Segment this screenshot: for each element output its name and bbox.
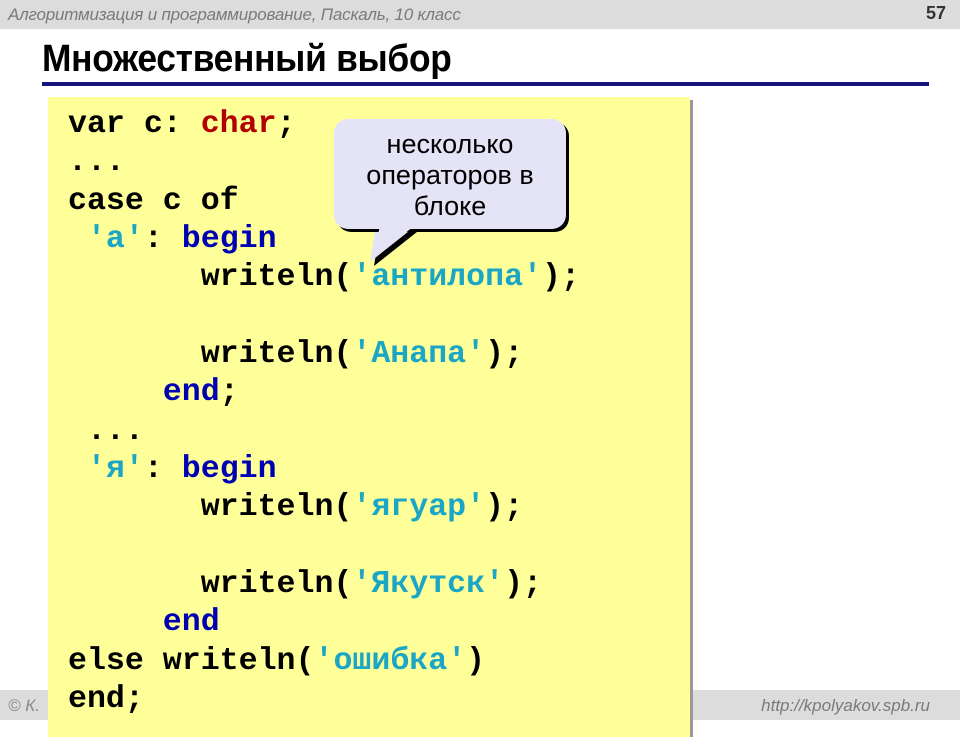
keyword: char bbox=[200, 107, 277, 142]
code-line: end bbox=[68, 604, 580, 642]
string-literal: 'ягуар' bbox=[352, 490, 486, 526]
string-literal: 'Анапа' bbox=[352, 337, 486, 373]
code-line: ... bbox=[68, 413, 580, 451]
title-underline bbox=[42, 82, 929, 86]
footer-url: http://kpolyakov.spb.ru bbox=[761, 696, 930, 715]
keyword: begin bbox=[181, 222, 277, 258]
code-token: writeln( bbox=[68, 567, 353, 603]
string-literal: 'антилопа' bbox=[352, 260, 542, 296]
code-line: end; bbox=[68, 681, 580, 719]
string-literal: 'ошибка' bbox=[314, 643, 467, 679]
code-line: writeln('антилопа'); bbox=[68, 259, 580, 297]
code-token: writeln( bbox=[68, 490, 353, 526]
code-token: var c: bbox=[68, 107, 201, 142]
footer-copyright: © К. bbox=[8, 696, 40, 715]
string-literal: 'a' bbox=[86, 222, 144, 258]
keyword: end bbox=[162, 605, 220, 641]
code-token: : bbox=[143, 222, 182, 258]
code-token: else writeln( bbox=[68, 643, 315, 679]
page-number: 57 bbox=[925, 3, 946, 23]
string-literal: 'я' bbox=[86, 452, 144, 488]
code-token: ); bbox=[485, 337, 524, 373]
code-line: 'я': begin bbox=[68, 451, 580, 489]
code-line: else writeln('ошибка') bbox=[68, 643, 580, 681]
code-token: ); bbox=[541, 260, 580, 296]
code-token: ); bbox=[504, 567, 542, 603]
keyword: begin bbox=[181, 452, 277, 488]
code-line: writeln('Анапа'); bbox=[68, 336, 580, 374]
code-line: end; bbox=[68, 374, 580, 412]
keyword: end bbox=[162, 375, 220, 411]
code-token: ; bbox=[276, 107, 296, 142]
code-token: ); bbox=[485, 490, 524, 526]
callout-bubble: несколько операторов в блоке bbox=[334, 119, 566, 229]
callout-line: блоке bbox=[413, 191, 487, 221]
code-token: case c of bbox=[68, 183, 239, 219]
callout-line: операторов в bbox=[366, 160, 534, 190]
callout-text: несколько операторов в блоке bbox=[334, 129, 566, 222]
code-line: writeln('Якутск'); bbox=[68, 566, 580, 604]
string-literal: 'Якутск' bbox=[352, 567, 505, 603]
code-token: ... bbox=[68, 145, 125, 181]
code-token: ... bbox=[68, 413, 144, 449]
code-token: : bbox=[143, 452, 182, 488]
slide-title: Множественный выбор bbox=[42, 38, 452, 80]
code-token: ; bbox=[219, 375, 239, 411]
code-token: writeln( bbox=[68, 260, 353, 296]
code-line: writeln('ягуар'); bbox=[68, 489, 580, 527]
code-token: ) bbox=[466, 643, 486, 679]
code-token: writeln( bbox=[68, 337, 353, 373]
callout-line: несколько bbox=[386, 129, 514, 159]
code-token: end; bbox=[68, 682, 144, 718]
course-title: Алгоритмизация и программирование, Паска… bbox=[8, 5, 461, 24]
